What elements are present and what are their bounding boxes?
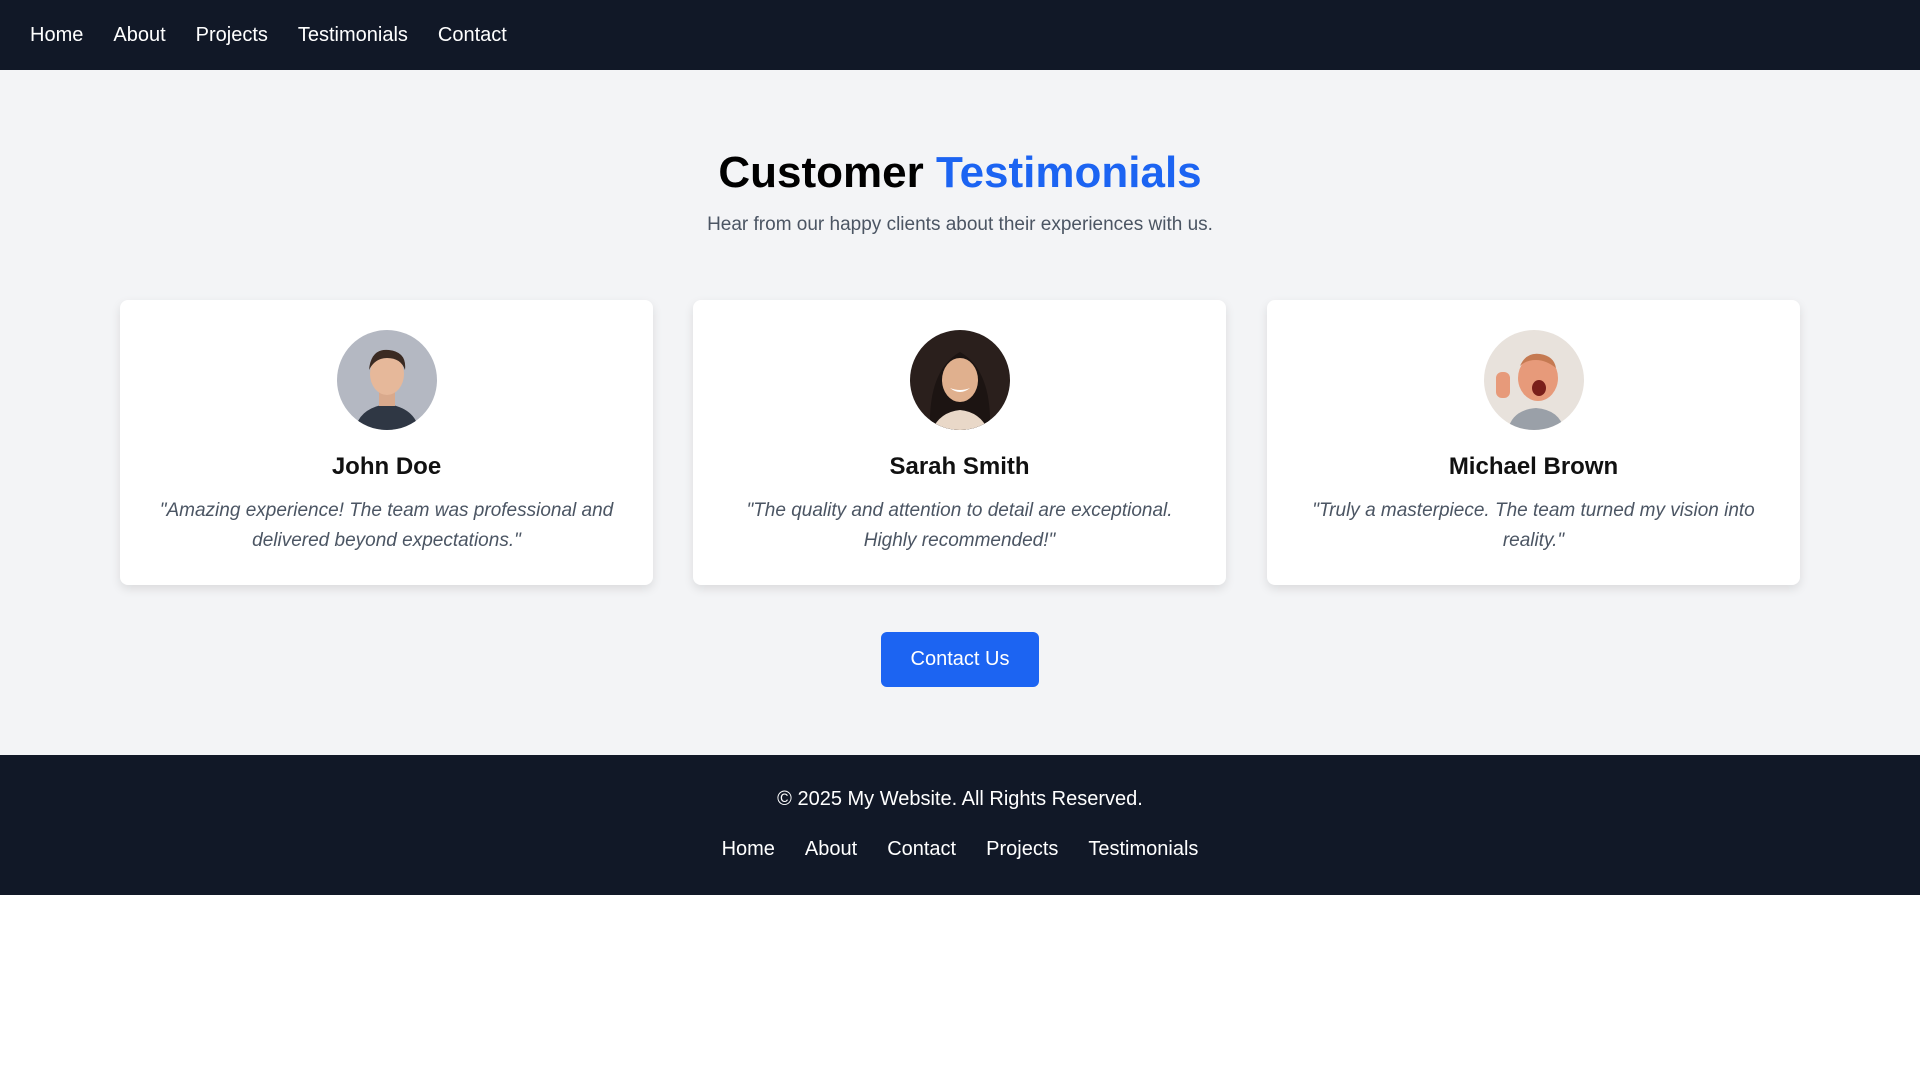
avatar-john-doe: [336, 330, 437, 430]
nav-link-about[interactable]: About: [113, 24, 165, 47]
testimonial-name: John Doe: [331, 453, 442, 480]
nav-link-home[interactable]: Home: [30, 24, 83, 47]
avatar-michael-brown: [1483, 330, 1584, 430]
nav-link-testimonials[interactable]: Testimonials: [298, 24, 408, 47]
testimonial-card-john-doe: John Doe "Amazing experience! The team w…: [120, 300, 653, 585]
footer-link-about[interactable]: About: [805, 838, 857, 861]
footer-copyright: © 2025 My Website. All Rights Reserved.: [777, 788, 1143, 810]
footer-link-testimonials[interactable]: Testimonials: [1088, 838, 1198, 861]
testimonial-quote: "Truly a masterpiece. The team turned my…: [1312, 500, 1755, 551]
nav-link-contact[interactable]: Contact: [438, 24, 507, 47]
testimonial-quote: "Amazing experience! The team was profes…: [159, 500, 614, 551]
footer-link-contact[interactable]: Contact: [887, 838, 956, 861]
title-main: Customer: [718, 148, 924, 197]
title-accent: Testimonials: [935, 148, 1202, 197]
footer-link-home[interactable]: Home: [722, 838, 775, 861]
testimonial-name: Michael Brown: [1448, 453, 1619, 480]
top-navbar: Home About Projects Testimonials Contact: [0, 0, 1920, 70]
testimonial-card-sarah-smith: Sarah Smith "The quality and attention t…: [693, 300, 1226, 585]
testimonial-quote: "The quality and attention to detail are…: [746, 500, 1173, 551]
testimonials-section: Customer Testimonials Hear from our happ…: [0, 70, 1920, 755]
site-footer: © 2025 My Website. All Rights Reserved. …: [0, 755, 1920, 895]
section-subtitle: Hear from our happy clients about their …: [707, 214, 1213, 235]
testimonial-card-michael-brown: Michael Brown "Truly a masterpiece. The …: [1267, 300, 1800, 585]
contact-us-button[interactable]: Contact Us: [881, 632, 1039, 687]
avatar-sarah-smith: [909, 330, 1010, 430]
footer-links: Home About Contact Projects Testimonials: [0, 838, 1920, 861]
section-title: Customer Testimonials: [0, 148, 1920, 198]
footer-link-projects[interactable]: Projects: [986, 838, 1058, 861]
testimonial-name: Sarah Smith: [889, 453, 1030, 480]
nav-link-projects[interactable]: Projects: [196, 24, 268, 47]
